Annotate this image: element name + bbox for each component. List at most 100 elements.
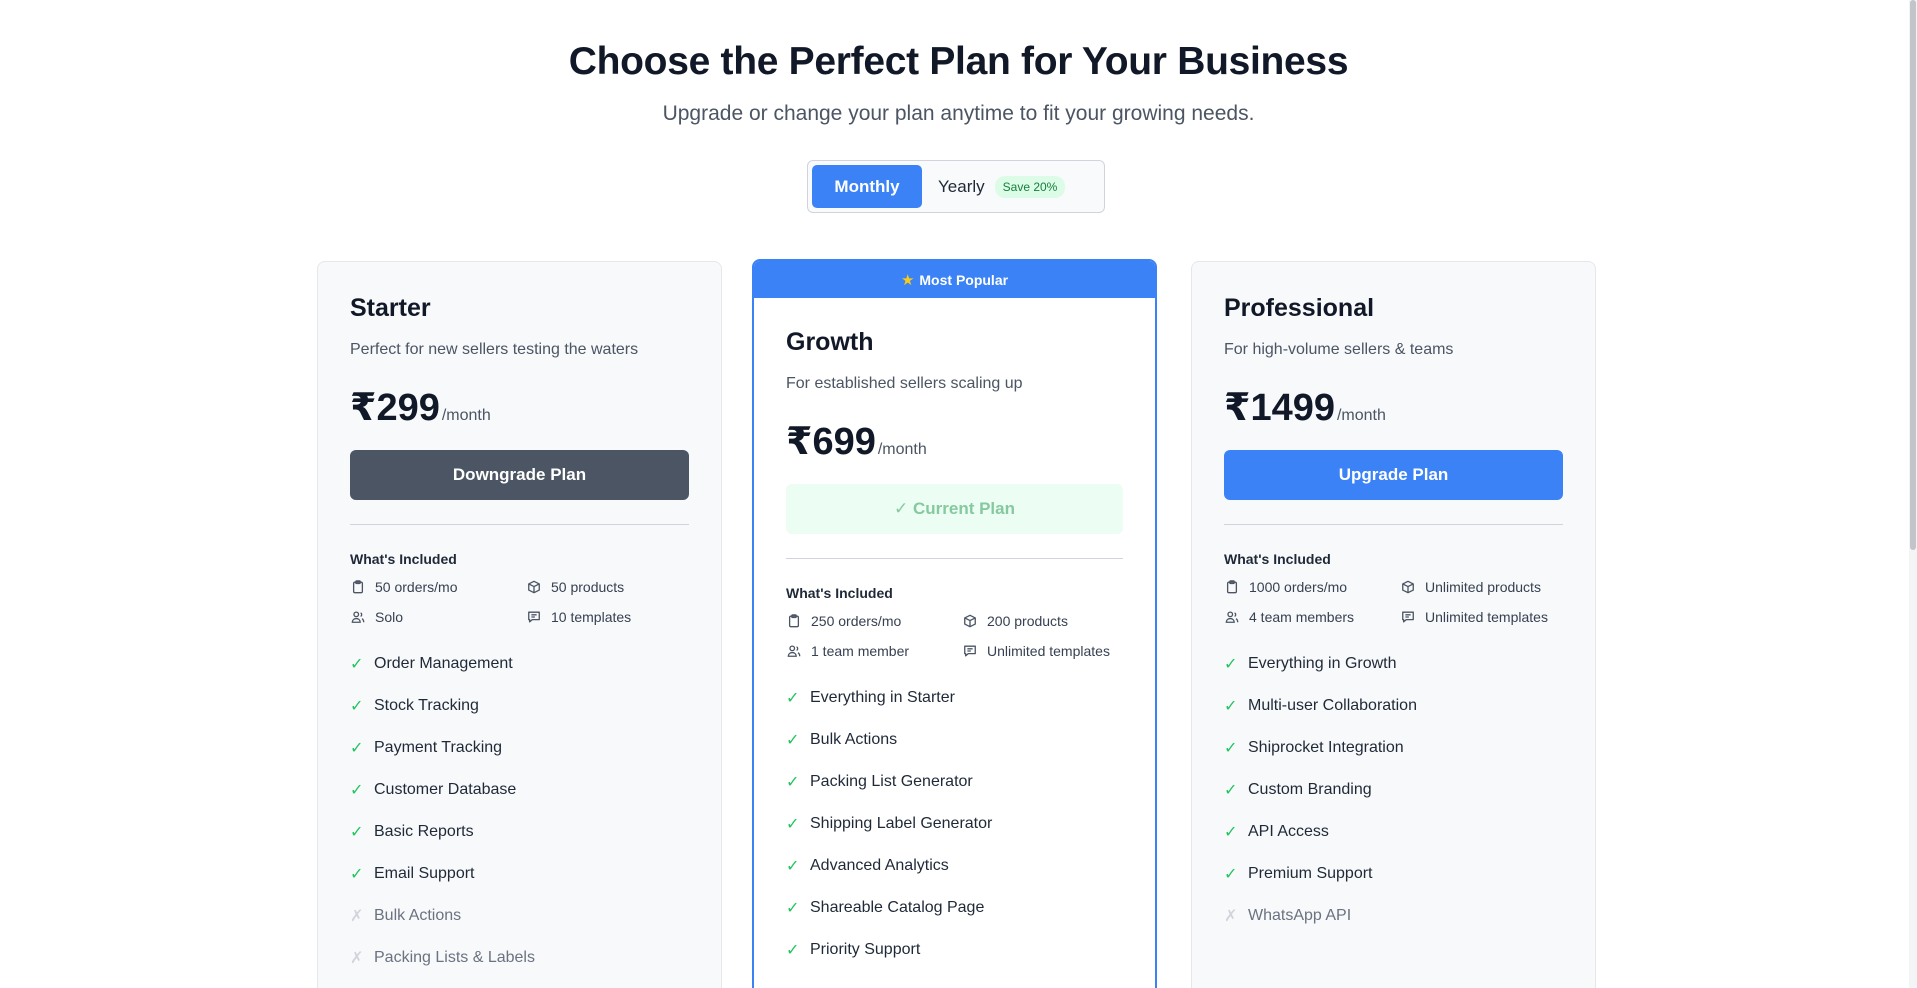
plan-limit-text: 1000 orders/mo [1249,579,1348,595]
feature-text: Custom Branding [1248,781,1372,798]
feature-text: Customer Database [374,781,517,798]
page-title: Choose the Perfect Plan for Your Busines… [568,40,1349,83]
feature-text: Packing List Generator [810,773,973,790]
feature-text: Shiprocket Integration [1248,739,1404,756]
check-icon: ✓ [786,690,800,707]
plan-limit-text: 4 team members [1249,609,1355,625]
plan-limit-item: 10 templates [526,609,689,625]
most-popular-banner: ★ Most Popular [754,261,1155,298]
feature-text: Premium Support [1248,865,1373,882]
users-icon [786,643,802,659]
plan-name: Starter [350,294,431,322]
feature-item: ✓ Email Support [350,853,689,895]
cross-icon: ✗ [350,950,364,967]
feature-text: Shipping Label Generator [810,815,993,832]
feature-item: ✓ Everything in Growth [1224,643,1563,685]
cross-icon: ✗ [350,908,364,925]
check-icon: ✓ [786,732,800,749]
current-plan-button[interactable]: ✓ Current Plan [786,484,1123,534]
feature-item: ✓ Shipping Label Generator [786,803,1123,845]
included-title: What's Included [350,551,457,567]
check-icon: ✓ [786,900,800,917]
feature-text: API Access [1248,823,1329,840]
yearly-label: Yearly [938,176,985,196]
plan-description: Perfect for new sellers testing the wate… [350,341,639,358]
feature-item: ✓ Shareable Catalog Page [786,887,1123,929]
plan-limit-text: 250 orders/mo [811,613,902,629]
plan-limit-text: Solo [375,609,404,625]
feature-item: ✓ Advanced Analytics [786,845,1123,887]
feature-text: Priority Support [810,941,921,958]
feature-text: Packing Lists & Labels [374,949,535,966]
feature-text: Everything in Starter [810,689,955,706]
most-popular-label: Most Popular [919,271,1009,288]
plan-limit-item: 200 products [962,613,1123,629]
plan-limit-item: 50 products [526,579,689,595]
message-icon [962,643,978,659]
feature-item: ✓ Payment Tracking [350,727,689,769]
plan-limit-text: Unlimited products [1425,579,1541,595]
check-icon: ✓ [350,866,364,883]
plan-limit-item: Unlimited templates [962,643,1123,659]
check-icon: ✓ [1224,866,1238,883]
check-icon: ✓ [350,656,364,673]
plan-price: ₹299 [350,387,440,429]
feature-text: Everything in Growth [1248,655,1397,672]
price-row: ₹699 /month [786,419,1123,464]
plan-card-starter: Starter Perfect for new sellers testing … [317,261,722,988]
feature-item: ✓ Everything in Starter [786,677,1123,719]
feature-item: ✓ API Access [1224,811,1563,853]
plan-price: ₹1499 [1224,387,1335,429]
message-icon [526,609,542,625]
included-title: What's Included [1224,551,1331,567]
divider [1224,524,1563,525]
feature-text: Bulk Actions [374,907,462,924]
save-badge: Save 20% [994,175,1066,198]
yearly-toggle-button[interactable]: Yearly Save 20% [938,165,1098,208]
scrollbar-thumb[interactable] [1910,0,1916,550]
feature-item: ✓ Basic Reports [350,811,689,853]
check-icon: ✓ [1224,656,1238,673]
feature-list: ✓ Everything in Growth ✓ Multi-user Collabo… [1224,643,1563,937]
feature-item: ✓ Packing List Generator [786,761,1123,803]
plan-limit-item: Solo [350,609,526,625]
feature-text: Advanced Analytics [810,857,949,874]
feature-list: ✓ Order Management ✓ Stock Tracking ✓ Payment… [350,643,689,979]
plan-limit-item: 1000 orders/mo [1224,579,1400,595]
plan-limit-item: Unlimited templates [1400,609,1563,625]
page-subtitle: Upgrade or change your plan anytime to f… [662,102,1255,125]
monthly-toggle-button[interactable]: Monthly [812,165,922,208]
scrollbar[interactable] [1909,0,1917,988]
downgrade-plan-button[interactable]: Downgrade Plan [350,450,689,500]
check-icon: ✓ [1224,782,1238,799]
users-icon [350,609,366,625]
plan-limit-text: Unlimited templates [987,643,1110,659]
upgrade-plan-button[interactable]: Upgrade Plan [1224,450,1563,500]
message-icon [1400,609,1416,625]
billing-toggle: Monthly Yearly Save 20% [807,160,1105,213]
clipboard-icon [786,613,802,629]
cross-icon: ✗ [1224,908,1238,925]
feature-item: ✓ Priority Support [786,929,1123,971]
plan-name: Professional [1224,294,1375,322]
check-icon: ✓ [1224,824,1238,841]
feature-text: Payment Tracking [374,739,503,756]
plan-limit-text: 10 templates [551,609,632,625]
feature-item: ✓ Stock Tracking [350,685,689,727]
feature-text: Bulk Actions [810,731,898,748]
feature-item: ✓ Customer Database [350,769,689,811]
divider [350,524,689,525]
check-icon: ✓ [786,942,800,959]
plan-description: For established sellers scaling up [786,375,1023,392]
plan-limit-item: 250 orders/mo [786,613,962,629]
feature-text: WhatsApp API [1248,907,1352,924]
feature-item: ✓ Multi-user Collaboration [1224,685,1563,727]
star-icon: ★ [900,271,915,289]
feature-text: Order Management [374,655,513,672]
price-row: ₹299 /month [350,385,689,430]
check-icon: ✓ [1224,698,1238,715]
feature-list: ✓ Everything in Starter ✓ Bulk Actions ✓ Pack… [786,677,1123,971]
box-icon [1400,579,1416,595]
price-period: /month [441,407,491,424]
feature-item: ✓ Order Management [350,643,689,685]
